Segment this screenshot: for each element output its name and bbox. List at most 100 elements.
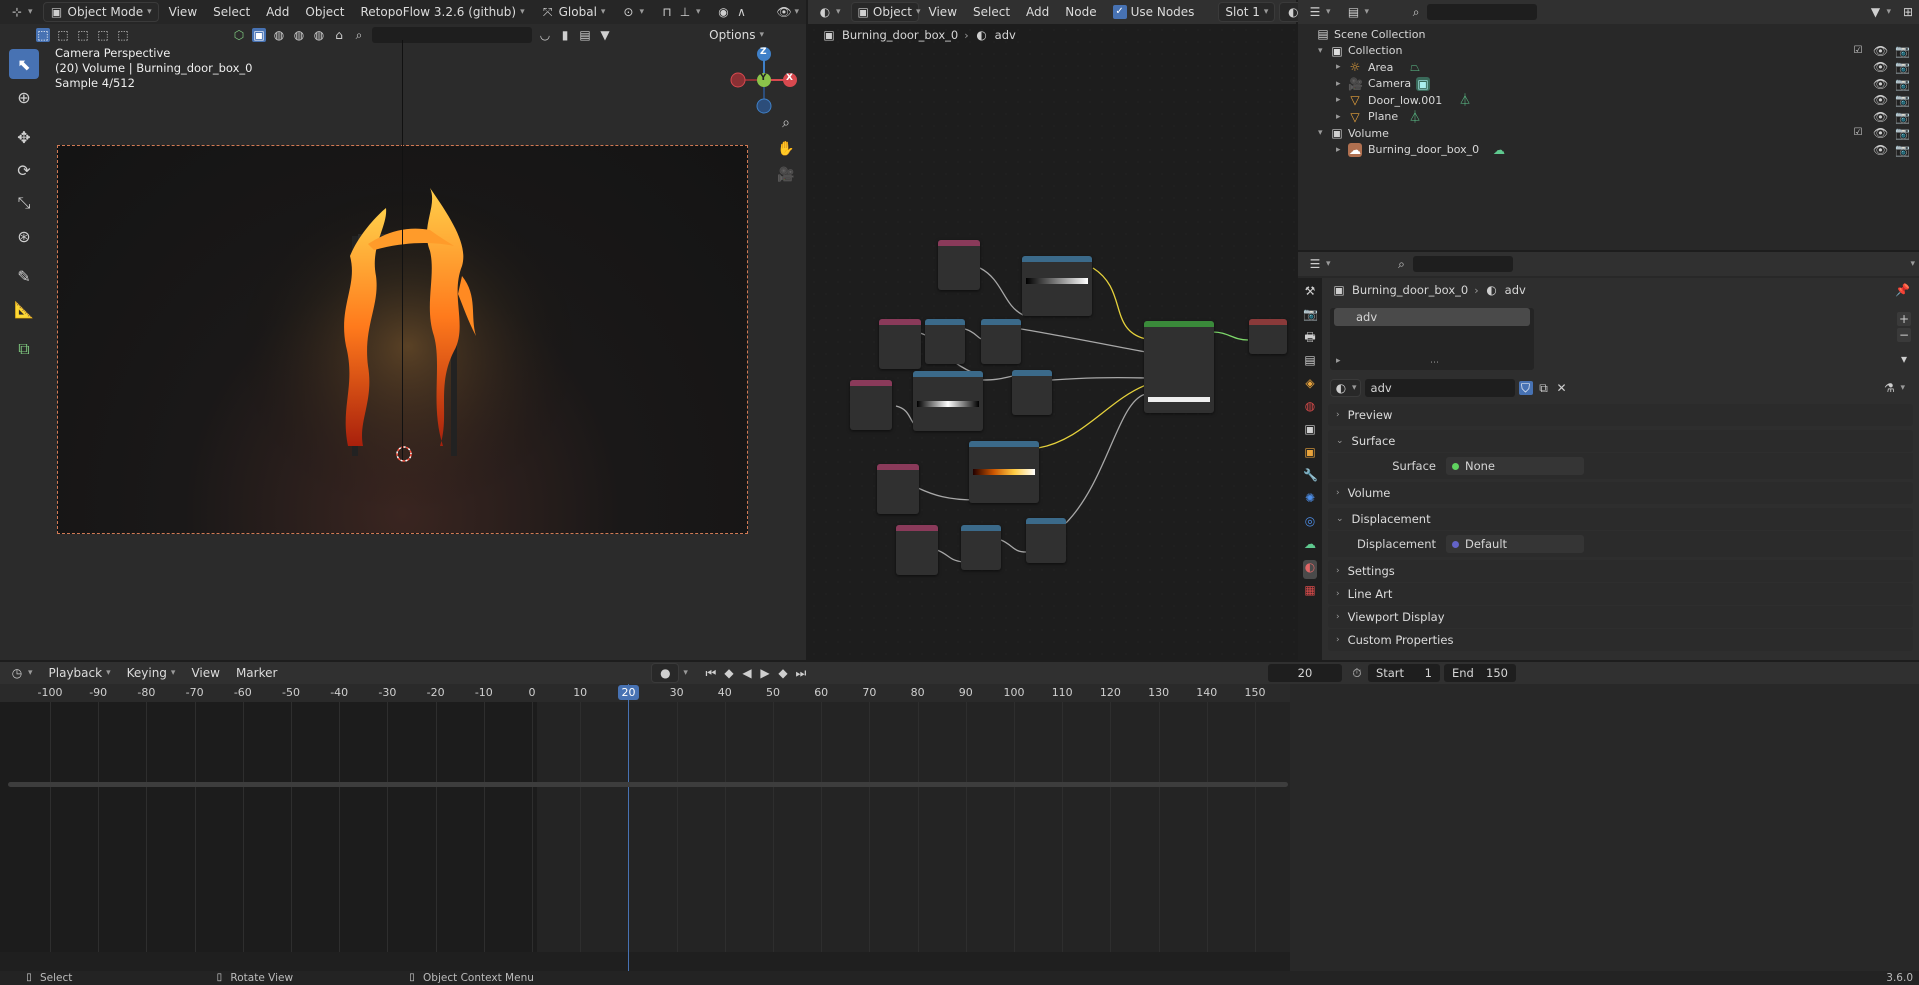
fake-user-icon[interactable]: ⛉ (1518, 381, 1533, 395)
door-eye-icon[interactable]: 👁 (1873, 93, 1888, 107)
editor-type-icon[interactable]: ⊹ ▾ (4, 3, 39, 21)
annotate-tool-icon[interactable]: ✎ (9, 261, 39, 291)
door-camera-icon[interactable]: 📷 (1895, 93, 1910, 107)
slot-menu-icon[interactable]: ▾ (1897, 352, 1911, 366)
timeline-view-menu[interactable]: View (185, 664, 225, 682)
3d-cursor-icon[interactable] (394, 444, 414, 464)
outliner-item-burning-door[interactable]: ▸ ☁ Burning_door_box_0 ☁ 👁 📷 (1298, 142, 1919, 159)
scene-tab-icon[interactable]: ◈ (1303, 376, 1317, 395)
add-cube-tool-icon[interactable]: ⧉ (9, 334, 39, 364)
retopo-icon-2[interactable]: ▣ (252, 28, 266, 42)
volume-check-icon[interactable]: ☑ (1851, 126, 1865, 140)
proportional-icon[interactable]: ◉ ∧ (711, 3, 755, 21)
camera-view-icon[interactable]: 🎥 (773, 162, 799, 188)
select-box-icon[interactable]: ⬚ (36, 28, 50, 42)
cursor-tool-icon[interactable]: ⊕ (9, 82, 39, 112)
measure-tool-icon[interactable]: 📐 (9, 294, 39, 324)
data-tab-icon[interactable]: ☁ (1303, 537, 1317, 556)
slot-expand-icon[interactable]: ▸ (1336, 356, 1341, 366)
viewport-search-field[interactable] (372, 27, 532, 43)
panel-line-art[interactable]: › Line Art (1328, 583, 1913, 605)
prev-keyframe-icon[interactable]: ◆ (722, 666, 736, 680)
retopo-icon-3[interactable]: ◍ (272, 28, 286, 42)
select-invert-icon[interactable]: ⬚ (96, 28, 110, 42)
multiply-node-1[interactable] (981, 319, 1021, 364)
display-mode-icon[interactable]: ▤ ▾ (1341, 3, 1376, 21)
multiply-node-2[interactable] (1012, 370, 1052, 415)
panel-custom-properties[interactable]: › Custom Properties (1328, 629, 1913, 651)
menu-select[interactable]: Select (207, 3, 256, 21)
panel-preview[interactable]: › Preview (1328, 404, 1913, 426)
outliner-filter-icon[interactable]: ▼ ▾ (1862, 3, 1897, 21)
modifier-tab-icon[interactable]: 🔧 (1303, 468, 1318, 487)
preview-range-icon[interactable]: ⏱ (1350, 666, 1364, 680)
plane-eye-icon[interactable]: 👁 (1873, 110, 1888, 124)
outliner-item-plane[interactable]: ▸ ▽ Plane ⏃ 👁 📷 (1298, 109, 1919, 126)
duplicate-material-icon[interactable]: ⧉ (1537, 381, 1551, 395)
filter-icon[interactable]: ▼ (598, 28, 612, 42)
options-button[interactable]: Options ▾ (703, 26, 770, 44)
addon-menu[interactable]: RetopoFlow 3.2.6 (github) ▾ (355, 3, 531, 21)
keying-set-caret[interactable]: ▾ (683, 668, 688, 678)
principled-volume-node[interactable] (1144, 321, 1214, 413)
particles-tab-icon[interactable]: ✺ (1303, 491, 1317, 510)
properties-options-caret[interactable]: ▾ (1910, 259, 1915, 269)
unlink-material-icon[interactable]: ✕ (1555, 381, 1569, 395)
outliner-search-field[interactable] (1427, 4, 1538, 20)
visibility-icon[interactable]: 👁 ▾ (771, 3, 806, 21)
remove-slot-icon[interactable]: − (1897, 328, 1911, 342)
outliner-item-camera[interactable]: ▸ 🎥 Camera ▣ 👁 📷 (1298, 76, 1919, 93)
menu-object[interactable]: Object (299, 3, 350, 21)
power-node-1[interactable] (925, 319, 965, 364)
material-output-node[interactable] (1249, 319, 1287, 354)
jump-end-icon[interactable]: ⏭ (794, 666, 808, 680)
play-reverse-icon[interactable]: ◀ (740, 666, 754, 680)
collection-icon[interactable]: ▤ (578, 28, 592, 42)
view-layer-tab-icon[interactable]: ▤ (1303, 353, 1317, 372)
mode-dropdown[interactable]: ▣ Object Mode ▾ (42, 2, 159, 22)
bookmark-icon[interactable]: ▮ (558, 28, 572, 42)
volume-camera-icon[interactable]: 📷 (1895, 126, 1910, 140)
outliner-item-door[interactable]: ▸ ▽ Door_low.001 ⏃ 👁 📷 (1298, 92, 1919, 109)
transform-orientation[interactable]: ⤧ Global ▾ (535, 3, 612, 21)
keying-menu[interactable]: Keying ▾ (121, 664, 182, 682)
attribute-node-4[interactable] (877, 464, 919, 514)
outliner-volume-collection[interactable]: ▾ ▣ Volume ☑ 👁 📷 (1298, 125, 1919, 142)
output-tab-icon[interactable]: 🖶 (1303, 330, 1317, 349)
properties-type-icon[interactable]: ☰ ▾ (1302, 255, 1337, 273)
current-frame-field[interactable]: 20 (1267, 664, 1342, 682)
color-ramp-node-2[interactable] (913, 371, 983, 431)
menu-add[interactable]: Add (260, 3, 295, 21)
playback-menu[interactable]: Playback ▾ (43, 664, 117, 682)
attribute-node-1[interactable] (938, 240, 980, 290)
select-intersect-icon[interactable]: ⬚ (116, 28, 130, 42)
collection-camera-icon[interactable]: 📷 (1895, 44, 1910, 58)
object-tab-icon[interactable]: ▣ (1303, 445, 1317, 464)
marker-menu[interactable]: Marker (230, 664, 283, 682)
select-tool-icon[interactable]: ⬉ (9, 49, 39, 79)
navigation-gizmo[interactable]: Z X Y (726, 44, 802, 114)
attribute-node-2[interactable] (879, 319, 921, 369)
outliner-item-area[interactable]: ▸ ☼ Area ⏢ 👁 📷 (1298, 59, 1919, 76)
rotate-tool-icon[interactable]: ⟳ (9, 155, 39, 185)
volume-eye-icon[interactable]: 👁 (1873, 126, 1888, 140)
collection-eye-icon[interactable]: 👁 (1873, 44, 1888, 58)
outliner-collection[interactable]: ▾ ▣ Collection ☑ 👁 📷 (1298, 43, 1919, 60)
attribute-node-5[interactable] (896, 525, 938, 575)
panel-surface[interactable]: ⌄ Surface (1328, 430, 1913, 452)
frame-ruler[interactable]: -100 -90 -80 -70 -60 -50 -40 -30 -20 -10 0 10 30 40 50… (0, 684, 1290, 702)
properties-search-field[interactable] (1412, 256, 1513, 272)
retopo-icon-6[interactable]: ⌂ (332, 28, 346, 42)
zoom-icon[interactable]: ⌕ (773, 110, 799, 136)
playhead-label[interactable]: 20 (618, 685, 639, 700)
power-node-2[interactable] (961, 525, 1001, 570)
playhead[interactable] (628, 684, 629, 974)
plane-camera-icon[interactable]: 📷 (1895, 110, 1910, 124)
burning-camera-icon[interactable]: 📷 (1895, 143, 1910, 157)
outliner-type-icon[interactable]: ☰ ▾ (1302, 3, 1337, 21)
select-subtract-icon[interactable]: ⬚ (76, 28, 90, 42)
timeline-track[interactable] (0, 702, 1290, 952)
collection-tab-icon[interactable]: ▣ (1303, 422, 1317, 441)
retopo-icon-5[interactable]: ◍ (312, 28, 326, 42)
texture-tab-icon[interactable]: ▦ (1303, 583, 1317, 602)
